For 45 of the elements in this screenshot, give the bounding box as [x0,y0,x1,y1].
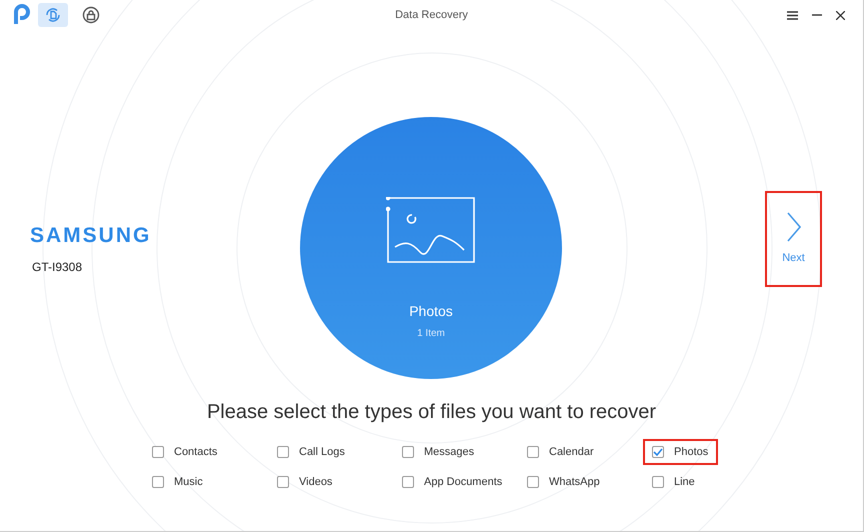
file-type-checkbox[interactable]: Photos [643,439,718,465]
file-type-checkbox[interactable]: Videos [270,469,340,495]
file-type-checkbox[interactable]: Call Logs [270,439,353,465]
instruction-heading: Please select the types of files you want to recover [206,400,658,425]
checkbox[interactable] [402,476,414,488]
checkbox[interactable] [527,476,539,488]
file-type-checkbox[interactable]: WhatsApp [520,469,608,495]
file-type-checkbox[interactable]: App Documents [395,469,510,495]
menu-icon[interactable] [787,10,798,20]
checkbox[interactable] [402,446,414,458]
checkbox[interactable] [652,446,664,458]
device-brand: SAMSUNG [30,223,152,249]
preview-label: Photos [409,302,453,321]
app-logo-icon [12,4,32,26]
file-type-label: Music [174,474,203,490]
checkbox[interactable] [652,476,664,488]
image-icon [386,197,476,263]
checkbox[interactable] [152,476,164,488]
checkbox[interactable] [152,446,164,458]
file-type-label: WhatsApp [549,474,600,490]
file-type-label: Videos [299,474,332,490]
lock-icon [82,6,100,24]
file-type-checkbox[interactable]: Music [145,469,211,495]
file-type-label: Contacts [174,444,218,460]
minimize-icon[interactable] [812,14,822,16]
checkbox[interactable] [277,476,289,488]
file-type-label: Call Logs [299,444,345,460]
file-type-checkbox[interactable]: Messages [395,439,482,465]
file-type-checkbox[interactable]: Line [645,469,703,495]
file-type-label: Line [674,474,695,490]
file-type-checkbox[interactable]: Contacts [145,439,226,465]
file-type-checkbox[interactable]: Calendar [520,439,602,465]
chevron-right-icon [786,212,800,242]
checkbox[interactable] [277,446,289,458]
close-icon[interactable] [836,10,845,20]
file-type-label: Photos [674,444,708,460]
checkmark-icon [653,448,663,456]
file-type-label: App Documents [424,474,502,490]
window-title: Data Recovery [395,8,468,23]
checkbox[interactable] [527,446,539,458]
preview-count: 1 Item [417,327,445,341]
device-model: GT-I9308 [32,258,84,276]
file-type-label: Messages [424,444,474,460]
file-sync-icon [44,6,62,24]
file-type-label: Calendar [549,444,594,460]
